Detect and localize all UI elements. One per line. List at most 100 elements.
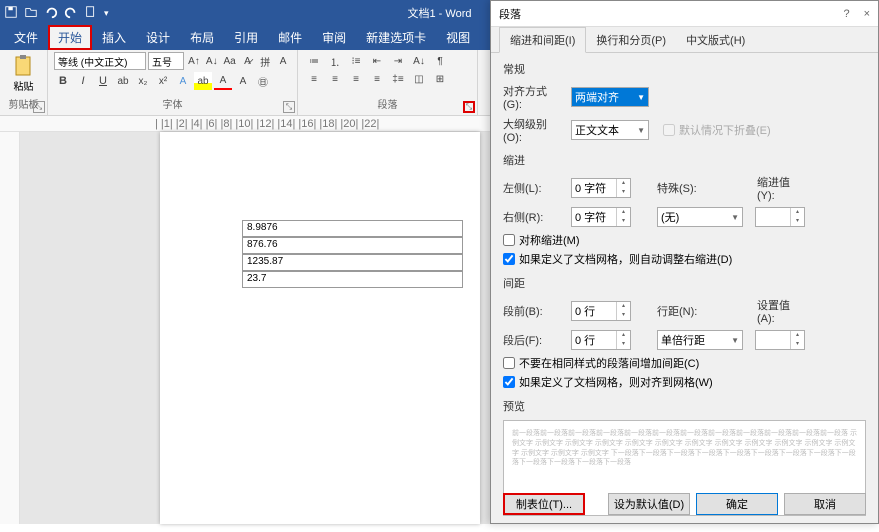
tab-file[interactable]: 文件: [4, 25, 48, 50]
group-font-label: 字体: [54, 96, 291, 113]
highlight-icon[interactable]: ab: [194, 72, 212, 90]
tabs-button[interactable]: 制表位(T)...: [503, 493, 585, 515]
dialog-close-icon[interactable]: ×: [864, 8, 870, 20]
indent-inc-icon[interactable]: ⇥: [388, 52, 408, 70]
show-marks-icon[interactable]: ¶: [430, 52, 450, 70]
align-right-icon[interactable]: ≡: [346, 70, 366, 88]
nosame-check[interactable]: [503, 357, 515, 369]
superscript-icon[interactable]: x²: [154, 72, 172, 90]
snapgrid-label: 如果定义了文档网格，则对齐到网格(W): [519, 374, 713, 390]
tab-review[interactable]: 审阅: [312, 25, 356, 50]
tab-layout[interactable]: 布局: [180, 25, 224, 50]
vertical-ruler[interactable]: [0, 132, 20, 524]
table-row[interactable]: 8.9876: [243, 220, 463, 237]
numbering-icon[interactable]: ⒈: [325, 52, 345, 70]
after-spin[interactable]: 0 行▴▾: [571, 330, 631, 350]
font-name-combo[interactable]: [54, 52, 146, 70]
dialog-help-icon[interactable]: ?: [843, 8, 849, 20]
italic-icon[interactable]: I: [74, 72, 92, 90]
change-case-icon[interactable]: Aa: [222, 52, 238, 70]
left-indent-spin[interactable]: 0 字符▴▾: [571, 178, 631, 198]
nosame-label: 不要在相同样式的段落间增加间距(C): [519, 355, 699, 371]
font-dialog-launcher[interactable]: ⤡: [283, 101, 295, 113]
group-font: A↑ A↓ Aa A̷ 拼 A B I U ab x₂ x² A ab A A …: [48, 50, 298, 115]
tab-newtab[interactable]: 新建选项卡: [356, 25, 436, 50]
text-effects-icon[interactable]: A: [174, 72, 192, 90]
tab-references[interactable]: 引用: [224, 25, 268, 50]
redo-icon[interactable]: [64, 5, 78, 22]
tab-home[interactable]: 开始: [48, 25, 92, 50]
right-indent-spin[interactable]: 0 字符▴▾: [571, 207, 631, 227]
tab-mailings[interactable]: 邮件: [268, 25, 312, 50]
qat-more-icon[interactable]: ▾: [104, 8, 109, 19]
paste-label: 粘贴: [14, 78, 34, 93]
collapse-label: 默认情况下折叠(E): [679, 122, 771, 138]
align-combo[interactable]: 两端对齐▼: [571, 87, 649, 107]
shading-icon[interactable]: ◫: [409, 70, 429, 88]
strike-icon[interactable]: ab: [114, 72, 132, 90]
char-shading-icon[interactable]: A: [234, 72, 252, 90]
autogrid-check[interactable]: [503, 253, 515, 265]
multilevel-icon[interactable]: ⁝≡: [346, 52, 366, 70]
dialog-tabs: 缩进和间距(I) 换行和分页(P) 中文版式(H): [491, 27, 878, 53]
shrink-font-icon[interactable]: A↓: [204, 52, 220, 70]
after-label: 段后(F):: [503, 332, 565, 348]
table-row[interactable]: 23.7: [243, 271, 463, 288]
open-icon[interactable]: [24, 5, 38, 22]
phonetic-icon[interactable]: 拼: [257, 52, 273, 70]
font-size-combo[interactable]: [148, 52, 184, 70]
quick-access-toolbar: ▾: [4, 5, 109, 22]
undo-icon[interactable]: [44, 5, 58, 22]
align-center-icon[interactable]: ≡: [325, 70, 345, 88]
align-left-icon[interactable]: ≡: [304, 70, 324, 88]
left-indent-label: 左侧(L):: [503, 180, 565, 196]
mirror-check[interactable]: [503, 234, 515, 246]
group-paragraph-label: 段落: [304, 96, 471, 113]
dialog-tab-cjk[interactable]: 中文版式(H): [676, 28, 755, 52]
align-justify-icon[interactable]: ≡: [367, 70, 387, 88]
clipboard-dialog-launcher[interactable]: ⤡: [33, 101, 45, 113]
linesp-combo[interactable]: 单倍行距▼: [657, 330, 743, 350]
borders-icon[interactable]: ⊞: [430, 70, 450, 88]
table-row[interactable]: 1235.87: [243, 254, 463, 271]
clear-format-icon[interactable]: A̷: [239, 52, 255, 70]
before-spin[interactable]: 0 行▴▾: [571, 301, 631, 321]
line-spacing-icon[interactable]: ‡≡: [388, 70, 408, 88]
before-label: 段前(B):: [503, 303, 565, 319]
tab-view[interactable]: 视图: [436, 25, 480, 50]
enclose-icon[interactable]: ㊐: [254, 72, 272, 90]
char-border-icon[interactable]: A: [275, 52, 291, 70]
table-row[interactable]: 876.76: [243, 237, 463, 254]
tab-insert[interactable]: 插入: [92, 25, 136, 50]
underline-icon[interactable]: U: [94, 72, 112, 90]
font-color-icon[interactable]: A: [214, 72, 232, 90]
sort-icon[interactable]: A↓: [409, 52, 429, 70]
document-page[interactable]: 8.9876 876.76 1235.87 23.7: [160, 132, 480, 524]
outline-combo[interactable]: 正文文本▼: [571, 120, 649, 140]
at-spin[interactable]: ▴▾: [755, 330, 805, 350]
new-icon[interactable]: [84, 5, 98, 22]
at-label: 设置值(A):: [757, 297, 807, 325]
ok-button[interactable]: 确定: [696, 493, 778, 515]
subscript-icon[interactable]: x₂: [134, 72, 152, 90]
paste-icon: [12, 54, 36, 78]
paragraph-dialog: 段落 ? × 缩进和间距(I) 换行和分页(P) 中文版式(H) 常规 对齐方式…: [490, 0, 879, 524]
cancel-button[interactable]: 取消: [784, 493, 866, 515]
dialog-tab-break[interactable]: 换行和分页(P): [586, 28, 676, 52]
content-table: 8.9876 876.76 1235.87 23.7: [242, 220, 463, 288]
save-icon[interactable]: [4, 5, 18, 22]
align-label: 对齐方式(G):: [503, 83, 565, 111]
paragraph-dialog-launcher[interactable]: ⤡: [463, 101, 475, 113]
bullets-icon[interactable]: ≔: [304, 52, 324, 70]
special-combo[interactable]: (无)▼: [657, 207, 743, 227]
grow-font-icon[interactable]: A↑: [186, 52, 202, 70]
indent-dec-icon[interactable]: ⇤: [367, 52, 387, 70]
tab-design[interactable]: 设计: [136, 25, 180, 50]
bold-icon[interactable]: B: [54, 72, 72, 90]
document-area: 8.9876 876.76 1235.87 23.7: [0, 132, 490, 524]
paste-button[interactable]: 粘贴: [6, 52, 41, 95]
default-button[interactable]: 设为默认值(D): [608, 493, 690, 515]
by-spin[interactable]: ▴▾: [755, 207, 805, 227]
snapgrid-check[interactable]: [503, 376, 515, 388]
dialog-tab-indent[interactable]: 缩进和间距(I): [499, 27, 586, 53]
